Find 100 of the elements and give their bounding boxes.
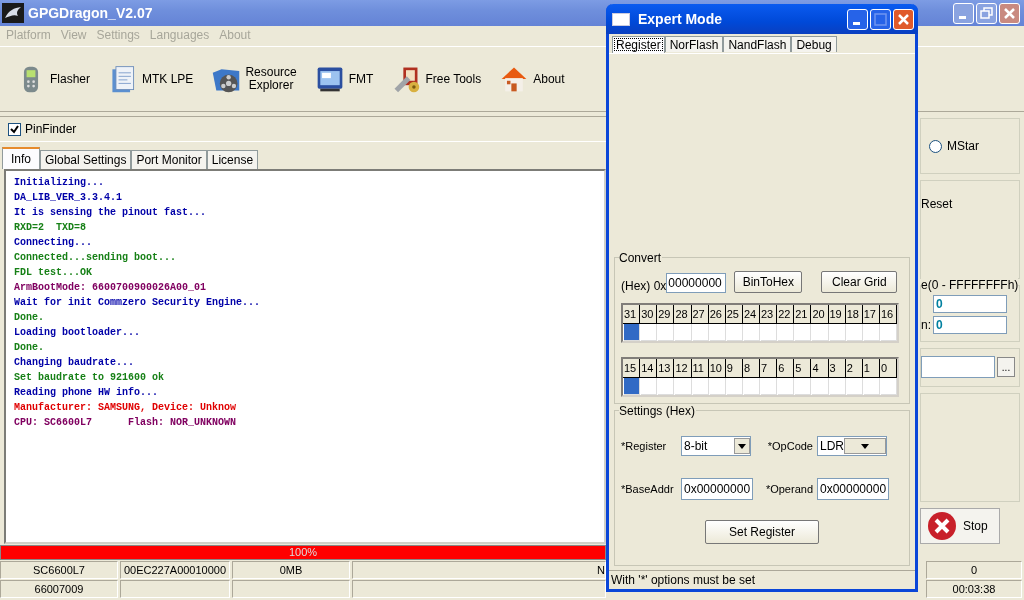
bit-cell[interactable] [778, 324, 795, 341]
hex-field[interactable]: 00000000 [666, 273, 727, 293]
log-line: Reading phone HW info... [14, 386, 160, 400]
dropdown[interactable]: LDR [817, 436, 887, 456]
bit-cell[interactable] [761, 324, 778, 341]
log-line: Connected...sending boot... [14, 251, 178, 265]
bit-cell[interactable] [726, 324, 743, 341]
bit-cell[interactable] [692, 324, 709, 341]
bit-cell[interactable] [795, 324, 812, 341]
bit-cell[interactable] [743, 378, 760, 395]
input-field[interactable] [921, 356, 995, 379]
bit-number: 29 [657, 305, 675, 324]
maximize-button[interactable] [870, 8, 891, 30]
bit-cell[interactable] [880, 324, 897, 341]
log-line: Loading bootloader... [14, 326, 142, 340]
bit-cell[interactable] [761, 378, 778, 395]
toolbar-button[interactable]: FMT [314, 64, 374, 94]
maximize-icon [872, 10, 889, 28]
field-label: (Hex) 0x [621, 279, 667, 293]
progress-text: 100% [287, 546, 319, 559]
bit-cell[interactable] [641, 324, 658, 341]
window-icon [612, 12, 630, 26]
bit-cell[interactable] [812, 378, 829, 395]
tab[interactable]: NorFlash [664, 36, 724, 52]
group-label: e(0 - FFFFFFFFh) [921, 277, 1019, 292]
toolbar-button[interactable]: MTK LPE [108, 64, 194, 94]
status-cell: 00EC227A00010000 [120, 561, 230, 579]
stop-icon [927, 510, 957, 541]
group-title: Settings (Hex) [619, 404, 697, 418]
group-title: Convert [619, 251, 663, 265]
bit-cell[interactable] [658, 378, 675, 395]
bit-cell[interactable] [846, 324, 863, 341]
checkbox[interactable] [8, 122, 21, 136]
dropdown[interactable]: 8-bit [681, 436, 751, 456]
minimize-button[interactable] [847, 8, 868, 30]
tab[interactable]: NandFlash [723, 36, 792, 52]
log-line: Changing baudrate... [14, 356, 136, 370]
field-label: n: [921, 317, 932, 332]
bit-cell[interactable] [658, 324, 675, 341]
bit-number: 20 [811, 305, 829, 324]
radio-button[interactable] [929, 139, 942, 153]
toolbar-button[interactable]: Free Tools [391, 64, 482, 94]
bit-cell[interactable] [692, 378, 709, 395]
input-field[interactable]: 0 [933, 315, 1007, 334]
bit-cell[interactable] [880, 378, 897, 395]
bit-cell[interactable] [624, 324, 641, 341]
bit-cell[interactable] [624, 378, 641, 395]
window-title: GPGDragon_V2.07 [28, 5, 153, 21]
status-cell: 00:03:38 [926, 580, 1022, 598]
bit-cell[interactable] [726, 378, 743, 395]
bit-cell[interactable] [641, 378, 658, 395]
bit-cell[interactable] [795, 378, 812, 395]
toolbar-button[interactable]: Flasher [16, 64, 90, 94]
bit-number: 6 [777, 359, 795, 378]
minimize-icon [852, 21, 860, 25]
bit-cell[interactable] [829, 378, 846, 395]
caret-icon [738, 443, 746, 449]
caret-icon [861, 443, 869, 449]
tab[interactable]: Debug [791, 36, 837, 52]
bit-number: 5 [794, 359, 812, 378]
bit-cell[interactable] [829, 324, 846, 341]
bit-cell[interactable] [863, 324, 880, 341]
bit-number: 7 [760, 359, 778, 378]
input-field[interactable]: 0x00000000 [817, 478, 889, 500]
bit-cell[interactable] [812, 324, 829, 341]
tab[interactable]: License [206, 150, 259, 169]
tab[interactable]: Port Monitor [131, 150, 207, 169]
bit-cell[interactable] [709, 378, 726, 395]
restore-button[interactable] [976, 2, 997, 24]
stop-button[interactable]: Stop [920, 507, 1000, 544]
bit-number: 12 [674, 359, 692, 378]
close-button[interactable] [999, 2, 1020, 24]
toolbar-button[interactable]: Resource Explorer [211, 64, 297, 94]
status-cell: SC6600L7 [0, 561, 118, 579]
action-button[interactable]: BinToHex [734, 271, 803, 293]
option-label: Reset [921, 197, 953, 212]
bit-cell[interactable] [863, 378, 880, 395]
toolbar-button[interactable]: About [499, 64, 565, 94]
minimize-button[interactable] [953, 2, 974, 24]
bit-number: 21 [794, 305, 812, 324]
status-cell: 66007009 [0, 580, 118, 598]
tab[interactable]: Global Settings [40, 150, 132, 169]
tab[interactable]: Info [2, 147, 40, 169]
input-field[interactable]: 0 [933, 294, 1007, 313]
log-line: DA_LIB_VER_3.3.4.1 [14, 191, 124, 205]
set-register-button[interactable]: Set Register [705, 520, 819, 544]
log-line: Wait for init Commzero Security Engine... [14, 296, 262, 310]
close-button[interactable] [893, 8, 914, 30]
bit-cell[interactable] [709, 324, 726, 341]
bit-cell[interactable] [743, 324, 760, 341]
log-line: ArmBootMode: 6600700900026A00_01 [14, 281, 208, 295]
bit-cell[interactable] [675, 378, 692, 395]
action-button[interactable]: Clear Grid [821, 271, 898, 293]
bit-cell[interactable] [675, 324, 692, 341]
bit-cell[interactable] [778, 378, 795, 395]
bit-cell[interactable] [846, 378, 863, 395]
tab[interactable]: Register [612, 36, 665, 53]
input-field[interactable]: 0x00000000 [681, 478, 753, 500]
browse-button[interactable]: ... [997, 357, 1015, 378]
bit-number: 28 [674, 305, 692, 324]
